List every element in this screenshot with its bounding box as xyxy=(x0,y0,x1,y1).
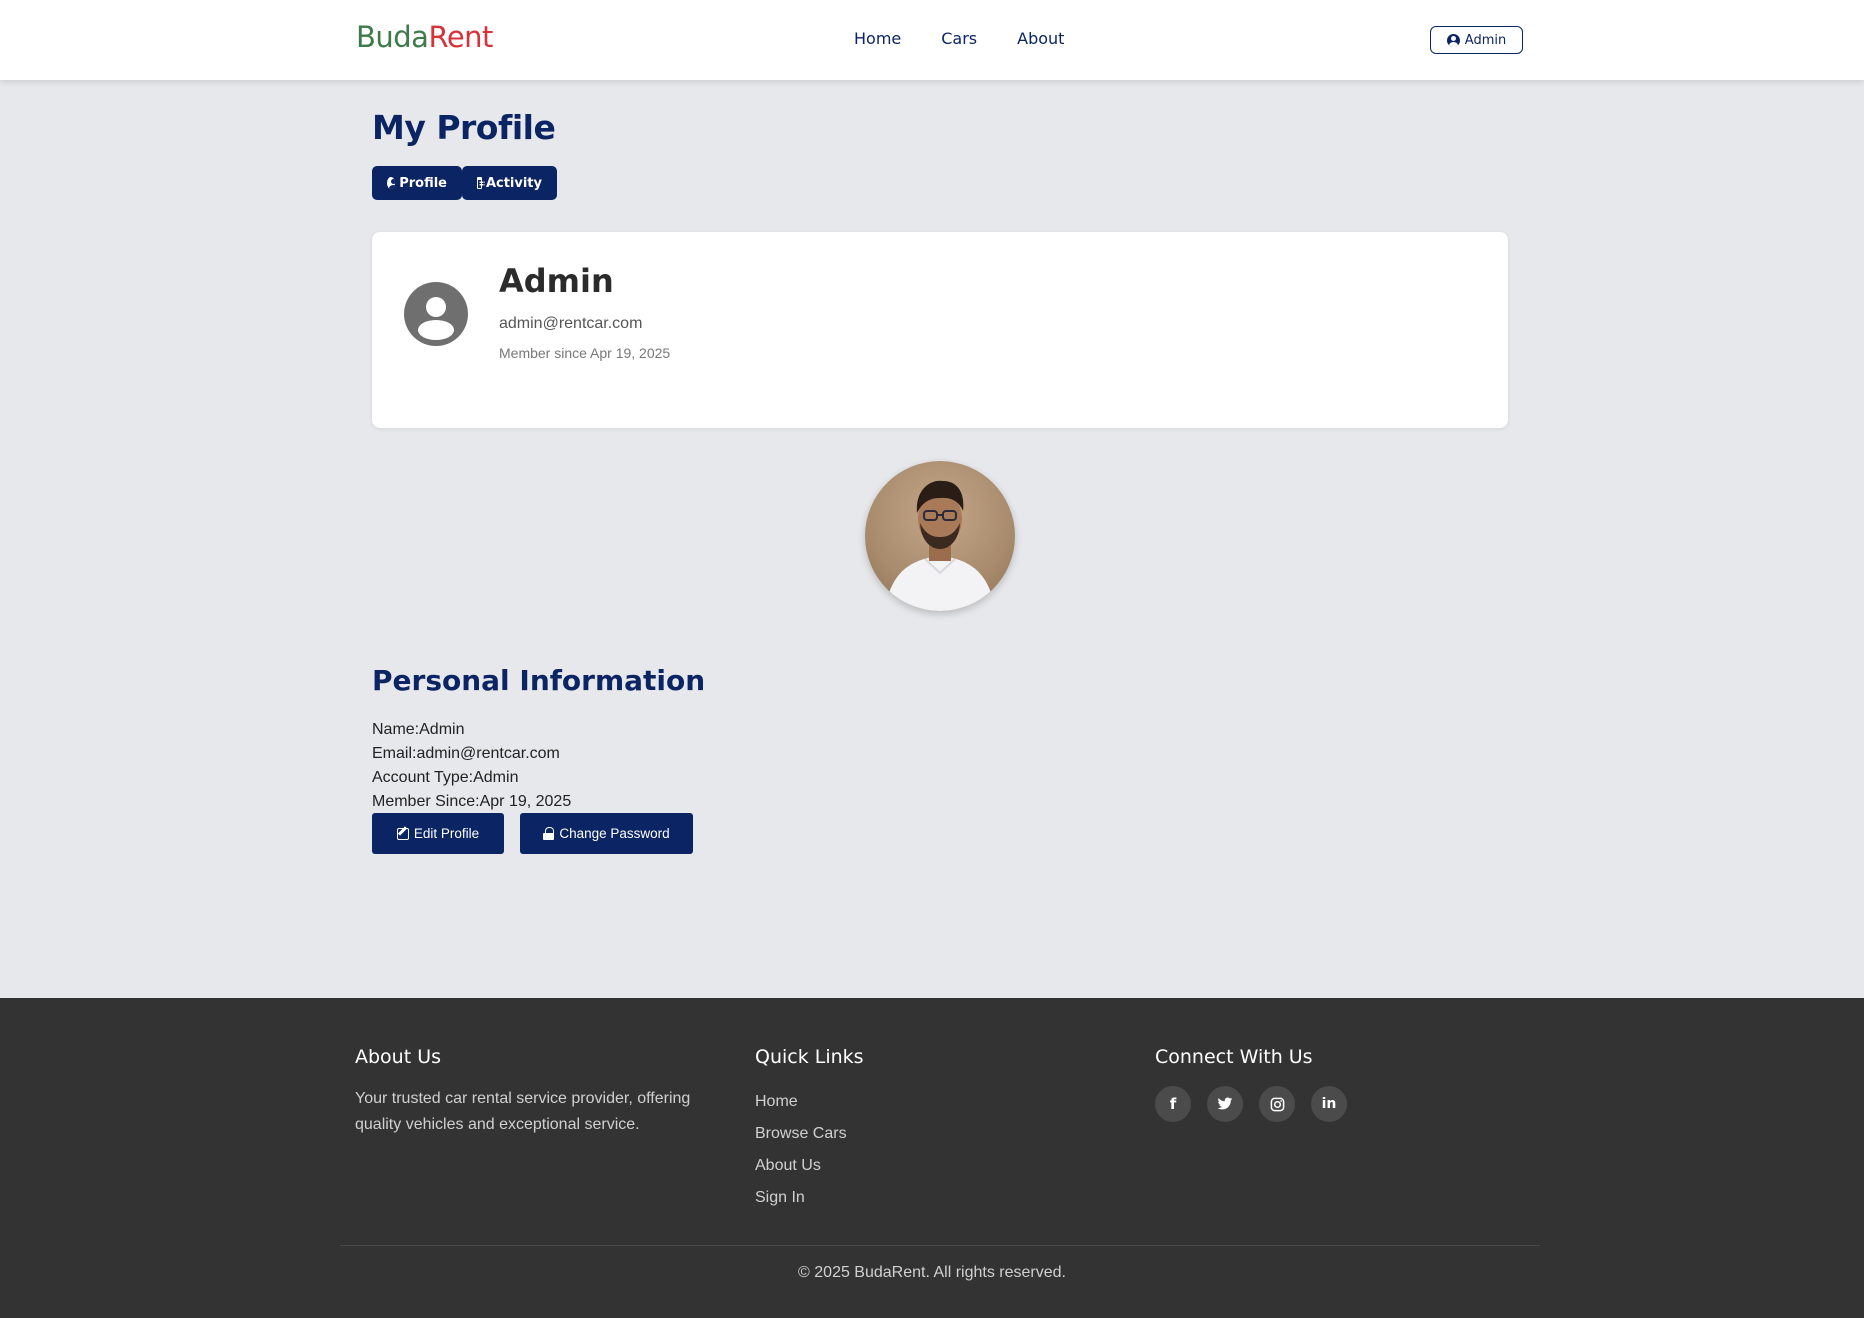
personal-info-title: Personal Information xyxy=(372,664,706,697)
footer-divider xyxy=(340,1245,1540,1246)
tab-profile-label: Profile xyxy=(399,175,447,191)
tab-activity[interactable]: Activity xyxy=(462,166,557,200)
calendar-icon xyxy=(477,177,485,189)
footer-about: About Us Your trusted car rental service… xyxy=(355,1046,725,1138)
avatar-placeholder-icon xyxy=(404,282,468,346)
change-password-label: Change Password xyxy=(559,826,670,841)
tab-activity-label: Activity xyxy=(485,175,542,191)
nav-about-link[interactable]: About xyxy=(1017,29,1064,48)
footer-copyright: © 2025 BudaRent. All rights reserved. xyxy=(798,1264,1066,1281)
user-menu-label: Admin xyxy=(1464,32,1507,48)
info-row-name: Name:Admin xyxy=(372,718,571,742)
info-value: admin@rentcar.com xyxy=(416,745,560,762)
brand-part-1: Buda xyxy=(356,20,429,54)
info-label: Name: xyxy=(372,721,420,738)
info-row-email: Email:admin@rentcar.com xyxy=(372,742,571,766)
footer-link-home[interactable]: Home xyxy=(755,1086,864,1118)
info-label: Member Since: xyxy=(372,793,480,810)
profile-tabs: Profile Activity xyxy=(372,166,557,200)
info-row-account-type: Account Type:Admin xyxy=(372,766,571,790)
profile-name: Admin xyxy=(499,262,614,300)
footer-connect-title: Connect With Us xyxy=(1155,1046,1313,1068)
change-password-button[interactable]: Change Password xyxy=(520,813,693,854)
footer-about-text: Your trusted car rental service provider… xyxy=(355,1090,691,1133)
footer-link-sign-in[interactable]: Sign In xyxy=(755,1182,864,1214)
info-value: Apr 19, 2025 xyxy=(479,793,572,810)
user-circle-icon xyxy=(1446,33,1460,47)
facebook-icon[interactable]: f xyxy=(1155,1086,1191,1122)
main-nav: Home Cars About xyxy=(854,29,1064,48)
footer-quick-links: Quick Links Home Browse Cars About Us Si… xyxy=(755,1046,864,1214)
nav-home-link[interactable]: Home xyxy=(854,29,901,48)
profile-photo-image xyxy=(885,480,995,611)
edit-profile-label: Edit Profile xyxy=(413,826,480,841)
info-value: Admin xyxy=(419,721,465,738)
footer-link-browse-cars[interactable]: Browse Cars xyxy=(755,1118,864,1150)
footer-link-about-us[interactable]: About Us xyxy=(755,1150,864,1182)
top-navbar: BudaRent Home Cars About Admin xyxy=(0,0,1864,80)
site-footer: About Us Your trusted car rental service… xyxy=(0,998,1864,1318)
profile-email: admin@rentcar.com xyxy=(499,315,643,332)
brand-part-2: Rent xyxy=(428,20,493,54)
info-label: Account Type: xyxy=(372,769,474,786)
linkedin-icon[interactable]: in xyxy=(1311,1086,1347,1122)
page-title: My Profile xyxy=(372,108,556,147)
brand-logo[interactable]: BudaRent xyxy=(356,20,493,54)
profile-photo xyxy=(865,461,1015,611)
user-menu-button[interactable]: Admin xyxy=(1430,26,1523,54)
nav-cars-link[interactable]: Cars xyxy=(941,29,977,48)
info-row-member-since: Member Since:Apr 19, 2025 xyxy=(372,790,571,814)
tab-profile[interactable]: Profile xyxy=(372,166,462,200)
lock-icon xyxy=(543,827,555,840)
profile-actions: Edit Profile Change Password xyxy=(372,813,693,854)
footer-quick-links-title: Quick Links xyxy=(755,1046,864,1068)
social-links: f in xyxy=(1155,1086,1347,1122)
info-label: Email: xyxy=(372,745,417,762)
edit-icon xyxy=(396,827,409,840)
instagram-icon[interactable] xyxy=(1259,1086,1295,1122)
info-value: Admin xyxy=(473,769,519,786)
personal-info-list: Name:Admin Email:admin@rentcar.com Accou… xyxy=(372,718,571,814)
twitter-icon[interactable] xyxy=(1207,1086,1243,1122)
profile-summary-card: Admin admin@rentcar.com Member since Apr… xyxy=(372,232,1508,428)
edit-profile-button[interactable]: Edit Profile xyxy=(372,813,504,854)
profile-member-since: Member since Apr 19, 2025 xyxy=(499,345,671,361)
footer-connect: Connect With Us f in xyxy=(1155,1046,1347,1122)
footer-about-title: About Us xyxy=(355,1046,442,1068)
user-circle-icon xyxy=(387,177,396,189)
